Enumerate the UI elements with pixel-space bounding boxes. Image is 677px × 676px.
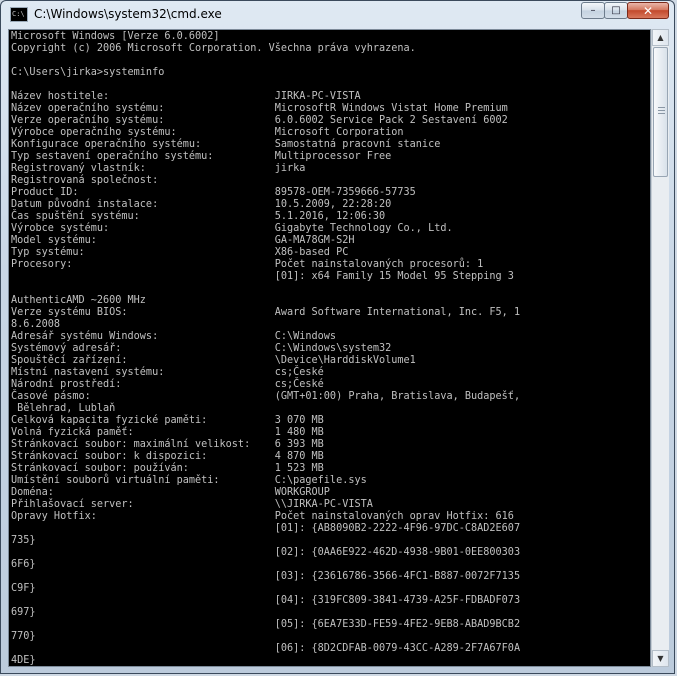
console-line: Procesory: Počet nainstalovaných proceso… bbox=[11, 259, 484, 270]
console-line: [01]: x64 Family 15 Model 95 Stepping 3 bbox=[274, 271, 514, 282]
console-line: Čas spuštění systému: 5.1.2016, 12:06:30 bbox=[11, 211, 386, 222]
console-line: Microsoft Windows [Verze 6.0.6002] bbox=[11, 31, 220, 42]
chevron-up-icon: ▲ bbox=[657, 33, 664, 42]
console-line: Doména: WORKGROUP bbox=[11, 487, 330, 498]
console-line: 770} bbox=[11, 631, 36, 642]
console-line: [06]: {8D2CDFAB-0079-43CC-A289-2F7A67F0A bbox=[274, 643, 521, 654]
console-line: Registrovaný vlastník: jirka bbox=[11, 163, 306, 174]
console-line: Výrobce operačního systému: Microsoft Co… bbox=[11, 127, 404, 138]
minimize-button[interactable]: – bbox=[581, 2, 605, 19]
window-title: C:\Windows\system32\cmd.exe bbox=[34, 7, 222, 21]
minimize-icon: – bbox=[590, 5, 596, 16]
console-line: C9F} bbox=[11, 583, 36, 594]
grip-line bbox=[658, 110, 665, 111]
console-line: [02]: {0AA6E922-462D-4938-9B01-0EE800303 bbox=[274, 547, 521, 558]
close-button[interactable]: ✕ bbox=[627, 2, 669, 19]
console-line: Typ systému: X86-based PC bbox=[11, 247, 349, 258]
console-line: Stránkovací soubor: k dispozici: 4 870 M… bbox=[11, 451, 324, 462]
console-line: Bělehrad, Lublaň bbox=[17, 403, 116, 414]
console-line: 4DE} bbox=[11, 655, 36, 666]
cmd-icon-text: C:\ bbox=[12, 10, 25, 18]
console-line: Datum původní instalace: 10.5.2009, 22:2… bbox=[11, 199, 392, 210]
console-line: Model systému: GA-MA78GM-S2H bbox=[11, 235, 355, 246]
console-line: C:\Users\jirka>systeminfo bbox=[11, 67, 165, 78]
scroll-down-button[interactable]: ▼ bbox=[652, 650, 669, 667]
console-line: Místní nastavení systému: cs;České bbox=[11, 367, 324, 378]
console-line: Konfigurace operačního systému: Samostat… bbox=[11, 139, 441, 150]
console-line: Celková kapacita fyzické paměti: 3 070 M… bbox=[11, 415, 324, 426]
console-line: [03]: {23616786-3566-4FC1-B887-0072F7135 bbox=[274, 571, 521, 582]
maximize-icon: □ bbox=[611, 5, 621, 16]
caption-buttons: – □ ✕ bbox=[581, 2, 669, 21]
console-line: Adresář systému Windows: C:\Windows bbox=[11, 331, 337, 342]
grip-line bbox=[658, 107, 665, 108]
scroll-thumb[interactable] bbox=[653, 47, 668, 177]
console-line: Systémový adresář: C:\Windows\system32 bbox=[11, 343, 392, 354]
console-line: Product ID: 89578-OEM-7359666-57735 bbox=[11, 187, 416, 198]
console-line: 6F6} bbox=[11, 559, 36, 570]
scroll-up-button[interactable]: ▲ bbox=[652, 29, 669, 46]
console-line: 735} bbox=[11, 535, 36, 546]
console-line: Verze operačního systému: 6.0.6002 Servi… bbox=[11, 115, 508, 126]
console-line: Verze systému BIOS: Award Software Inter… bbox=[11, 307, 521, 318]
chevron-down-icon: ▼ bbox=[657, 654, 664, 663]
console-window: C:\ C:\Windows\system32\cmd.exe – □ ✕ Mi… bbox=[0, 0, 675, 674]
console-line: [04]: {319FC809-3841-4739-A25F-FDBADF073 bbox=[274, 595, 521, 606]
console-line: AuthenticAMD ~2600 MHz bbox=[11, 295, 146, 306]
console-line: [05]: {6EA7E33D-FE59-4FE2-9EB8-ABAD9BCB2 bbox=[274, 619, 521, 630]
title-bar[interactable]: C:\ C:\Windows\system32\cmd.exe – □ ✕ bbox=[1, 1, 674, 29]
console-line: 697} bbox=[11, 607, 36, 618]
maximize-button[interactable]: □ bbox=[604, 2, 628, 19]
console-line: Přihlašovací server: \\JIRKA-PC-VISTA bbox=[11, 499, 373, 510]
console-output-area[interactable]: Microsoft Windows [Verze 6.0.6002] Copyr… bbox=[8, 29, 651, 667]
console-line: Název operačního systému: MicrosoftR Win… bbox=[11, 103, 508, 114]
console-line: Stránkovací soubor: používán: 1 523 MB bbox=[11, 463, 324, 474]
console-line: [01]: {AB8090B2-2222-4F96-97DC-C8AD2E607 bbox=[274, 523, 521, 534]
console-line: 8.6.2008 bbox=[11, 319, 61, 330]
cmd-app-icon[interactable]: C:\ bbox=[10, 7, 28, 22]
console-line: Umístění souborů virtuální paměti: C:\pa… bbox=[11, 475, 367, 486]
console-line: Copyright (c) 2006 Microsoft Corporation… bbox=[11, 43, 416, 54]
console-line: Název hostitele: JIRKA-PC-VISTA bbox=[11, 91, 361, 102]
console-line: Stránkovací soubor: maximální velikost: … bbox=[11, 439, 324, 450]
console-line: Registrovaná společnost: bbox=[11, 175, 159, 186]
console-line: Opravy Hotfix: Počet nainstalovaných opr… bbox=[11, 511, 514, 522]
vertical-scrollbar[interactable]: ▲ ▼ bbox=[651, 29, 669, 667]
console-line: Časové pásmo: (GMT+01:00) Praha, Bratisl… bbox=[11, 391, 521, 402]
console-line: Národní prostředí: cs;České bbox=[11, 379, 324, 390]
grip-line bbox=[658, 113, 665, 114]
console-line: Volná fyzická paměť: 1 480 MB bbox=[11, 427, 324, 438]
console-text: Microsoft Windows [Verze 6.0.6002] Copyr… bbox=[11, 31, 521, 666]
console-line: Spouštěcí zařízení: \Device\HarddiskVolu… bbox=[11, 355, 416, 366]
console-line: Výrobce systému: Gigabyte Technology Co.… bbox=[11, 223, 453, 234]
close-icon: ✕ bbox=[642, 3, 654, 18]
console-line: Typ sestavení operačního systému: Multip… bbox=[11, 151, 392, 162]
